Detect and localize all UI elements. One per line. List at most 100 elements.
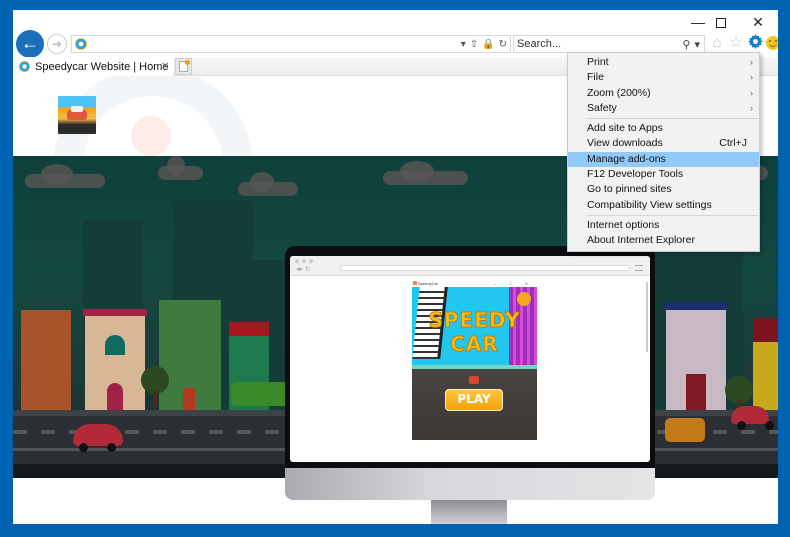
- arched-window: [105, 335, 125, 355]
- menu-item-label: Compatibility View settings: [587, 198, 712, 211]
- tools-menu: Print › File › Zoom (200%) › Safety › Add site t…: [567, 52, 760, 252]
- door: [183, 388, 195, 410]
- share-icon[interactable]: ⇧: [470, 39, 478, 50]
- address-dropdown-icon[interactable]: ▾: [461, 39, 466, 50]
- chevron-right-icon: ›: [750, 102, 753, 113]
- game-title-bar: SpeedyCar – □ ✕: [412, 280, 537, 287]
- chevron-right-icon: ›: [750, 57, 753, 67]
- maximize-icon: [716, 18, 726, 29]
- door: [686, 374, 706, 410]
- pink-building-roof: [664, 302, 728, 310]
- mockup-nav-icons: ◂▸ ↻: [296, 266, 311, 273]
- ie-window: — ✕ ← ➜ ▾ ⇧ 🔒 ↻ ⚲ ▾ ⌂ ☆: [13, 10, 778, 524]
- orange-building: [21, 310, 71, 410]
- menu-item-label: File: [587, 71, 604, 84]
- back-button[interactable]: ←: [16, 30, 44, 58]
- forward-button[interactable]: ➜: [47, 34, 67, 54]
- search-icon[interactable]: ⚲: [682, 38, 690, 51]
- close-button[interactable]: ✕: [743, 13, 773, 31]
- tab-speedycar-home[interactable]: Speedycar Website | Home ✕: [13, 57, 173, 76]
- favorites-star-icon[interactable]: ☆: [728, 34, 744, 52]
- menu-item-label: Add site to Apps: [587, 122, 663, 135]
- menu-item-print[interactable]: Print ›: [568, 55, 759, 70]
- command-icons: ⌂ ☆: [709, 34, 778, 52]
- monitor-screen: ◂▸ ↻ SpeedyCar – □ ✕ SPEEDY CAR PLAY: [285, 246, 655, 468]
- monitor-chin: [285, 468, 655, 500]
- red-car: [731, 406, 769, 430]
- menu-separator: [587, 214, 758, 216]
- orange-bus: [665, 418, 705, 442]
- menu-separator: [587, 118, 758, 120]
- menu-item-label: Print: [587, 56, 609, 68]
- chevron-right-icon: ›: [750, 72, 753, 83]
- menu-item-manage-add-ons[interactable]: Manage add-ons: [568, 151, 759, 168]
- home-icon[interactable]: ⌂: [709, 34, 725, 52]
- menu-item-add-site-to-apps[interactable]: Add site to Apps: [568, 121, 759, 136]
- menu-item-go-to-pinned-sites[interactable]: Go to pinned sites: [568, 182, 759, 197]
- menu-item-label: Go to pinned sites: [587, 183, 672, 196]
- red-car: [73, 424, 123, 452]
- tab-close-icon[interactable]: ✕: [161, 61, 169, 72]
- site-favicon-icon: [75, 38, 87, 50]
- mockup-browser-toolbar: ◂▸ ↻: [290, 256, 650, 276]
- mockup-url-bar: [340, 265, 630, 271]
- new-tab-dot-icon: [185, 60, 190, 65]
- gear-icon[interactable]: [747, 34, 763, 52]
- menu-item-label: View downloads: [587, 137, 663, 150]
- yellow-building-roof: [753, 318, 778, 342]
- tab-title: Speedycar Website | Home: [35, 60, 169, 73]
- menu-item-f12-developer-tools[interactable]: F12 Developer Tools: [568, 167, 759, 182]
- address-bar[interactable]: ▾ ⇧ 🔒 ↻: [71, 35, 511, 53]
- menu-item-shortcut: Ctrl+J: [719, 137, 747, 150]
- menu-item-label: Safety: [587, 101, 617, 114]
- door: [107, 383, 123, 410]
- menu-item-label: Zoom (200%): [587, 86, 651, 99]
- menu-item-about-internet-explorer[interactable]: About Internet Explorer: [568, 233, 759, 248]
- play-button: PLAY: [445, 389, 503, 411]
- search-tools: ⚲ ▾: [682, 36, 700, 52]
- gear-glyph-icon: [747, 34, 763, 49]
- menu-item-zoom-200[interactable]: Zoom (200%) ›: [568, 86, 759, 101]
- green-van: [231, 382, 291, 406]
- menu-item-view-downloads[interactable]: View downloads Ctrl+J: [568, 136, 759, 151]
- game-title-speedy: SPEEDY: [428, 308, 521, 333]
- address-input[interactable]: [92, 36, 452, 52]
- menu-item-label: Internet options: [587, 218, 660, 231]
- maximize-button[interactable]: [706, 13, 736, 31]
- tab-favicon-icon: [19, 61, 30, 72]
- menu-item-label: About Internet Explorer: [587, 234, 695, 247]
- mockup-scrollbar: [646, 282, 648, 352]
- menu-item-internet-options[interactable]: Internet options: [568, 218, 759, 233]
- watermark-dot: [131, 116, 171, 156]
- address-tools: ▾ ⇧ 🔒 ↻: [461, 36, 507, 52]
- site-logo[interactable]: [58, 96, 96, 134]
- tree: [725, 376, 753, 418]
- pink-building: [664, 302, 728, 410]
- mockup-window-dots: [295, 259, 313, 263]
- menu-item-label: Manage add-ons: [587, 152, 666, 165]
- logo-car-icon: [67, 106, 87, 120]
- menu-item-safety[interactable]: Safety ›: [568, 101, 759, 116]
- search-dropdown-icon[interactable]: ▾: [694, 38, 700, 51]
- menu-item-file[interactable]: File ›: [568, 70, 759, 85]
- sound-icon: [517, 292, 531, 306]
- mockup-menu-icon: [635, 265, 643, 271]
- menu-item-label: F12 Developer Tools: [587, 168, 684, 181]
- yellow-building: [753, 318, 778, 410]
- game-window: SpeedyCar – □ ✕ SPEEDY CAR PLAY: [412, 280, 537, 440]
- smiley-feedback-icon[interactable]: [766, 36, 778, 50]
- lock-icon[interactable]: 🔒: [482, 39, 494, 50]
- game-window-controls: – □ ✕: [493, 281, 534, 286]
- cloud: [25, 164, 105, 188]
- monitor-mockup: ◂▸ ↻ SpeedyCar – □ ✕ SPEEDY CAR PLAY: [285, 246, 655, 524]
- search-box[interactable]: ⚲ ▾: [513, 35, 705, 53]
- chevron-right-icon: ›: [750, 87, 753, 98]
- cloud: [238, 172, 298, 196]
- game-title-car: CAR: [450, 332, 499, 357]
- refresh-icon[interactable]: ↻: [499, 39, 507, 50]
- cloud: [158, 156, 203, 180]
- search-input[interactable]: [517, 36, 667, 52]
- teal-building-roof: [229, 322, 269, 336]
- new-tab-button[interactable]: [175, 58, 192, 75]
- menu-item-compatibility-view-settings[interactable]: Compatibility View settings: [568, 198, 759, 213]
